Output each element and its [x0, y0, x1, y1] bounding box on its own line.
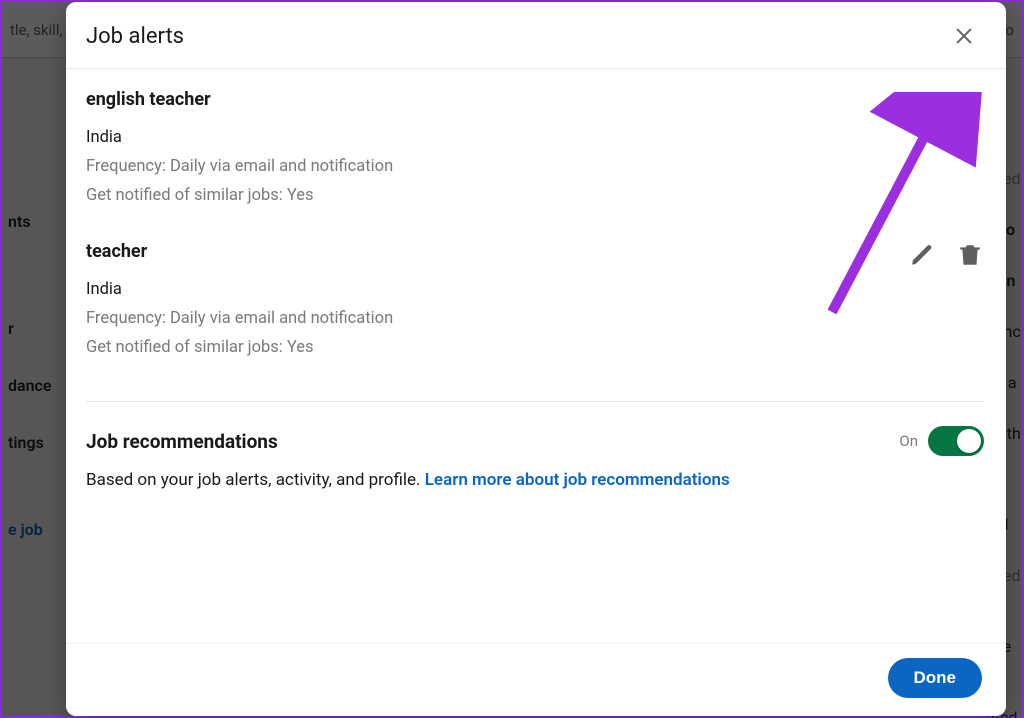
alert-location: India — [86, 128, 984, 147]
job-alert-item: english teacher India Frequency: Daily v… — [86, 89, 984, 241]
alert-similar: Get notified of similar jobs: Yes — [86, 338, 984, 357]
recommendations-subtext: Based on your job alerts, activity, and … — [86, 470, 984, 490]
close-icon — [953, 25, 975, 47]
alert-title: english teacher — [86, 89, 984, 110]
modal-header: Job alerts — [66, 2, 1006, 69]
done-button[interactable]: Done — [888, 658, 983, 698]
alert-similar: Get notified of similar jobs: Yes — [86, 186, 984, 205]
delete-alert-button[interactable] — [956, 241, 984, 269]
recommendations-heading: Job recommendations — [86, 430, 278, 453]
alert-frequency: Frequency: Daily via email and notificat… — [86, 309, 984, 328]
toggle-label: On — [899, 432, 918, 450]
delete-alert-button[interactable] — [956, 89, 984, 117]
job-alert-item: teacher India Frequency: Daily via email… — [86, 241, 984, 393]
divider — [86, 401, 984, 402]
pencil-icon — [909, 90, 935, 116]
recommendations-toggle[interactable] — [928, 426, 984, 456]
edit-alert-button[interactable] — [908, 241, 936, 269]
alert-frequency: Frequency: Daily via email and notificat… — [86, 157, 984, 176]
modal-title: Job alerts — [86, 24, 184, 49]
modal-body: english teacher India Frequency: Daily v… — [66, 69, 1006, 643]
job-alerts-modal: Job alerts english teacher India Frequen… — [66, 2, 1006, 716]
job-recommendations-section: Job recommendations On Based on your job… — [86, 426, 984, 490]
pencil-icon — [909, 242, 935, 268]
close-button[interactable] — [946, 18, 982, 54]
trash-icon — [957, 90, 983, 116]
modal-footer: Done — [66, 643, 1006, 716]
alert-title: teacher — [86, 241, 984, 262]
learn-more-link[interactable]: Learn more about job recommendations — [425, 470, 730, 490]
edit-alert-button[interactable] — [908, 89, 936, 117]
trash-icon — [957, 242, 983, 268]
alert-location: India — [86, 280, 984, 299]
